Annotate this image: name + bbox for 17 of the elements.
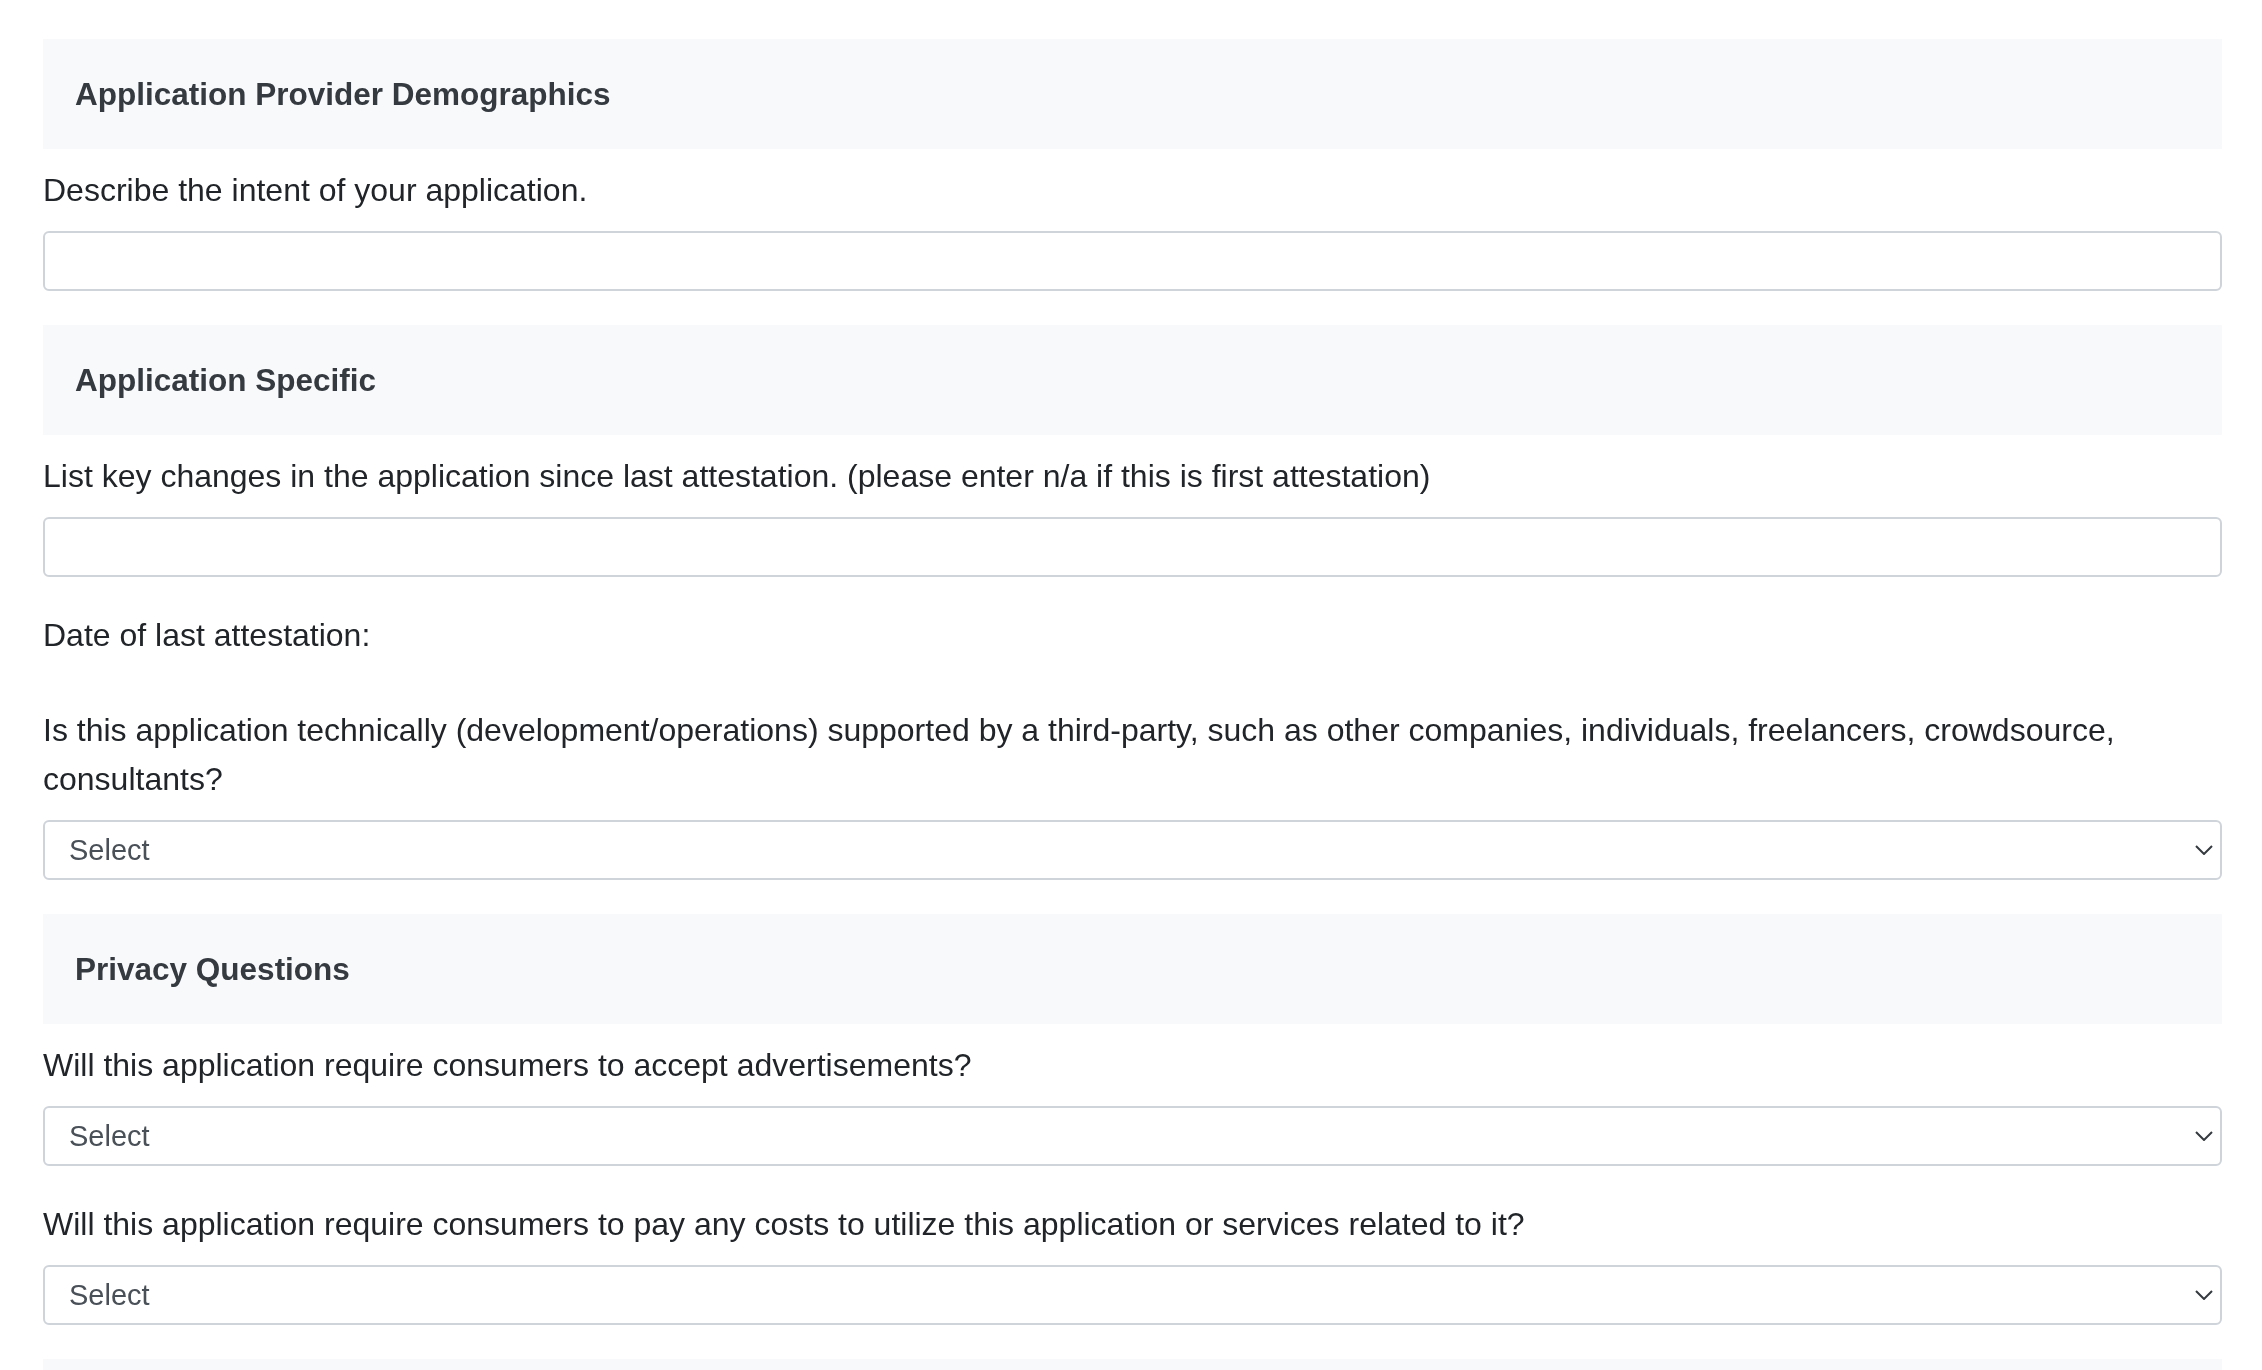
select-dropdown[interactable]: Select bbox=[43, 820, 2222, 880]
text-input[interactable] bbox=[43, 517, 2222, 577]
chevron-down-icon bbox=[2195, 1290, 2213, 1300]
field-label: Describe the intent of your application. bbox=[43, 171, 589, 210]
select-dropdown[interactable]: Select bbox=[43, 1265, 2222, 1325]
section-title: Application Specific bbox=[75, 361, 377, 400]
field-label: List key changes in the application since last attestation. (please enter n/a if this is first attestation) bbox=[43, 457, 1432, 496]
chevron-down-icon bbox=[2195, 845, 2213, 855]
section-title: Application Provider Demographics bbox=[75, 75, 611, 114]
text-input[interactable] bbox=[43, 231, 2222, 291]
chevron-down-icon bbox=[2195, 1131, 2213, 1141]
section-title: Privacy Questions bbox=[75, 950, 350, 989]
field-label: Will this application require consumers to accept advertisements? bbox=[43, 1046, 973, 1085]
field-label: Will this application require consumers to pay any costs to utilize this application or services related to it? bbox=[43, 1205, 1526, 1244]
field-label: Date of last attestation: bbox=[43, 616, 372, 655]
field-label: Is this application technically (development/operations) supported by a third-party, such as other companies, individuals, freelancers, crowdsource, consultants? bbox=[43, 711, 2116, 799]
select-dropdown[interactable]: Select bbox=[43, 1106, 2222, 1166]
